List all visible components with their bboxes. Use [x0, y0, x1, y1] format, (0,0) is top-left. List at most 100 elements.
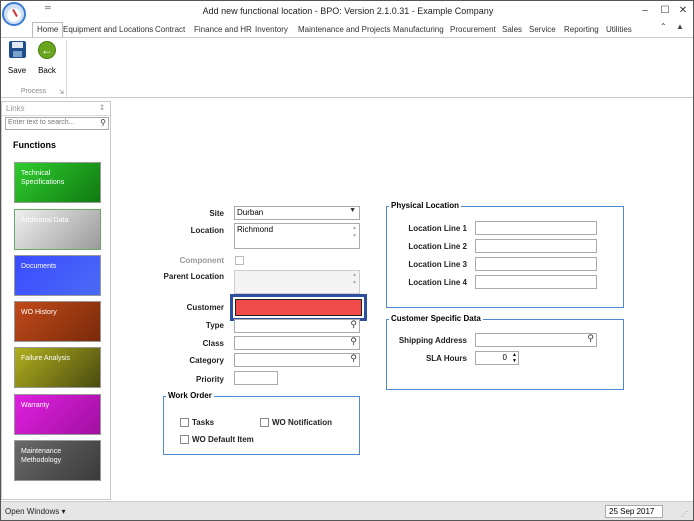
ribbon: Save ← Back Process ⇲ — [1, 37, 693, 98]
type-label: Type — [205, 321, 224, 330]
work-order-legend: Work Order — [166, 391, 214, 400]
quick-access-icon[interactable]: ═ — [45, 3, 51, 12]
collapse-ribbon-icon[interactable]: ⌃ — [660, 22, 667, 31]
links-search-input[interactable]: Enter text to search... ⚲ — [5, 117, 109, 130]
sla-hours-label: SLA Hours — [425, 354, 467, 363]
wo-notification-checkbox[interactable] — [260, 418, 269, 427]
save-icon — [9, 41, 26, 58]
tile-warranty[interactable]: Warranty — [14, 394, 101, 435]
tab-service[interactable]: Service — [529, 23, 556, 37]
location-line-4-input[interactable] — [475, 275, 597, 289]
open-windows-button[interactable]: Open Windows ▾ — [5, 507, 65, 516]
process-group-label: Process — [20, 88, 47, 95]
site-label: Site — [209, 209, 224, 218]
tile-failure-analysis[interactable]: Failure Analysis — [14, 347, 101, 388]
tab-procurement[interactable]: Procurement — [450, 23, 496, 37]
type-lookup[interactable]: ⚲ — [234, 319, 360, 333]
physical-location-group: Physical Location Location Line 1 Locati… — [386, 201, 624, 308]
app-logo-icon[interactable] — [2, 2, 26, 26]
status-date: 25 Sep 2017 — [605, 505, 663, 518]
resize-grip-icon[interactable]: ⋰ — [681, 510, 688, 518]
class-lookup[interactable]: ⚲ — [234, 336, 360, 350]
component-checkbox[interactable] — [235, 256, 244, 265]
location-value: Richmond — [237, 225, 274, 234]
links-header: Links ↧ — [2, 102, 110, 116]
wo-default-item-label: WO Default Item — [192, 435, 254, 444]
customer-specific-data-group: Customer Specific Data Shipping Address … — [386, 314, 624, 390]
tab-manufacturing[interactable]: Manufacturing — [393, 23, 444, 37]
tab-home[interactable]: Home — [32, 22, 64, 37]
shipping-address-label: Shipping Address — [398, 336, 467, 345]
scroll-arrows-icon[interactable]: ▲ ▼ — [352, 271, 357, 287]
search-icon[interactable]: ⚲ — [350, 353, 357, 364]
ribbon-options-icon[interactable]: ▲ — [676, 22, 684, 31]
title-bar: Add new functional location - BPO: Versi… — [1, 1, 693, 21]
back-arrow-icon: ← — [38, 41, 56, 59]
tile-wo-history[interactable]: WO History — [14, 301, 101, 342]
status-bar: Open Windows ▾ 25 Sep 2017 ⋰ — [1, 501, 693, 520]
maximize-button[interactable]: ☐ — [655, 3, 675, 19]
tile-label: Technical Specifications — [21, 170, 65, 186]
search-icon[interactable]: ⚲ — [587, 333, 594, 344]
group-launcher-icon[interactable]: ⇲ — [59, 89, 64, 96]
tile-label: Maintenance Methodology — [21, 448, 62, 464]
search-icon[interactable]: ⚲ — [350, 336, 357, 347]
spinner-arrows-icon[interactable]: ▲ ▼ — [512, 352, 517, 364]
site-dropdown[interactable]: Durban ▼ — [234, 206, 360, 220]
location-label: Location — [190, 226, 224, 235]
location-line-3-input[interactable] — [475, 257, 597, 271]
tile-additional-data[interactable]: Additional Data — [14, 209, 101, 250]
customer-input[interactable] — [235, 299, 362, 316]
chevron-down-icon[interactable]: ▼ — [349, 207, 356, 214]
class-label: Class — [202, 339, 224, 348]
location-line-2-label: Location Line 2 — [408, 242, 467, 251]
tab-equipment-and-locations[interactable]: Equipment and Locations — [63, 23, 153, 37]
save-label: Save — [7, 66, 27, 75]
wo-default-item-checkbox[interactable] — [180, 435, 189, 444]
minimize-button[interactable]: – — [635, 3, 655, 19]
tasks-label: Tasks — [192, 418, 215, 427]
tasks-checkbox[interactable] — [180, 418, 189, 427]
customer-label: Customer — [186, 303, 224, 312]
tile-label: Documents — [21, 263, 57, 270]
physical-location-legend: Physical Location — [389, 201, 462, 210]
parent-location-label: Parent Location — [163, 272, 224, 281]
back-label: Back — [38, 66, 56, 75]
tile-label: Additional Data — [21, 217, 69, 224]
location-line-1-label: Location Line 1 — [408, 224, 467, 233]
shipping-address-lookup[interactable]: ⚲ — [475, 333, 597, 347]
tile-technical-specifications[interactable]: Technical Specifications — [14, 162, 101, 203]
tab-maintenance-and-projects[interactable]: Maintenance and Projects — [298, 23, 391, 37]
location-line-1-input[interactable] — [475, 221, 597, 235]
search-icon[interactable]: ⚲ — [350, 319, 357, 330]
sla-hours-spinner[interactable]: 0 ▲ ▼ — [475, 351, 519, 365]
location-textarea[interactable]: Richmond ▲ ▼ — [234, 223, 360, 249]
tile-documents[interactable]: Documents — [14, 255, 101, 296]
category-label: Category — [189, 356, 224, 365]
wo-notification-label: WO Notification — [272, 418, 332, 427]
ribbon-tabs: Home Equipment and Locations Contract Fi… — [1, 21, 693, 37]
back-button[interactable]: ← Back — [32, 41, 62, 77]
tab-inventory[interactable]: Inventory — [255, 23, 288, 37]
tab-contract[interactable]: Contract — [155, 23, 185, 37]
pin-icon[interactable]: ↧ — [99, 104, 105, 112]
tab-finance-and-hr[interactable]: Finance and HR — [194, 23, 252, 37]
parent-location-textarea[interactable]: ▲ ▼ — [234, 270, 360, 294]
location-line-2-input[interactable] — [475, 239, 597, 253]
scroll-arrows-icon[interactable]: ▲ ▼ — [352, 224, 357, 240]
component-label: Component — [179, 256, 224, 265]
sla-hours-value: 0 — [502, 353, 507, 362]
close-button[interactable]: ✕ — [673, 3, 693, 19]
location-line-4-label: Location Line 4 — [408, 278, 467, 287]
search-icon[interactable]: ⚲ — [100, 118, 106, 127]
priority-label: Priority — [195, 375, 224, 384]
tab-sales[interactable]: Sales — [502, 23, 522, 37]
save-button[interactable]: Save — [2, 41, 32, 77]
category-lookup[interactable]: ⚲ — [234, 353, 360, 367]
tile-maintenance-methodology[interactable]: Maintenance Methodology — [14, 440, 101, 481]
links-panel: Links ↧ Enter text to search... ⚲ Functi… — [1, 101, 111, 500]
tab-utilities[interactable]: Utilities — [606, 23, 632, 37]
tile-label: Warranty — [21, 402, 50, 409]
tab-reporting[interactable]: Reporting — [564, 23, 599, 37]
priority-input[interactable] — [234, 371, 278, 385]
